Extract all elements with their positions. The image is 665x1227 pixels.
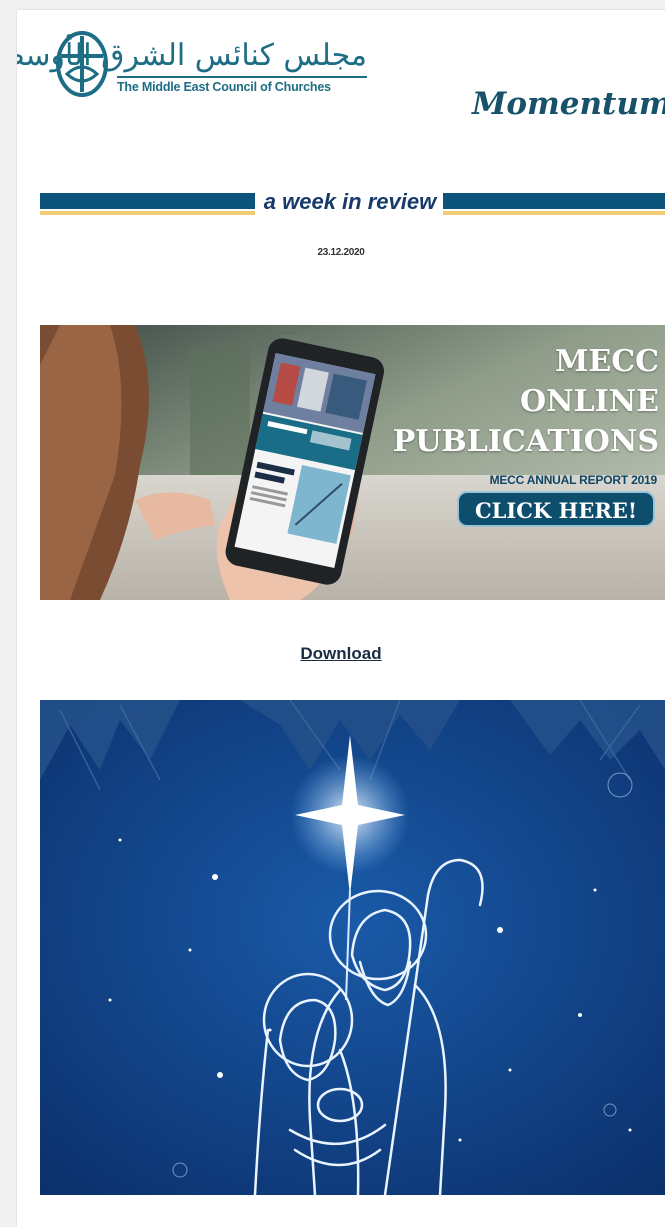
banner-line-mecc: MECC	[555, 344, 659, 379]
logo-divider	[117, 76, 367, 78]
band-gold-right	[443, 211, 665, 215]
banner-subtitle: MECC ANNUAL REPORT 2019	[489, 473, 658, 487]
band-bar-left	[40, 193, 255, 209]
issue-date: 23.12.2020	[317, 247, 365, 258]
momentum-brand: Momentum	[472, 86, 665, 122]
band-gold-left	[40, 211, 255, 215]
banner-line-online: ONLINE	[520, 384, 659, 419]
week-in-review-banner: a week in review	[40, 189, 665, 220]
mecc-logo[interactable]: مجلس كنائس الشرق الأوسط The Middle East …	[17, 30, 375, 110]
click-here-button[interactable]: CLICK HERE!	[457, 491, 655, 527]
newsletter-card: مجلس كنائس الشرق الأوسط The Middle East …	[17, 10, 665, 1227]
download-link[interactable]: Download	[17, 644, 665, 664]
banner-line-publications: PUBLICATIONS	[392, 424, 659, 459]
week-in-review-title: a week in review	[263, 189, 437, 214]
org-name-english: The Middle East Council of Churches	[117, 80, 331, 94]
holy-family-illustration	[40, 700, 665, 1195]
nativity-christmas-image	[40, 700, 665, 1195]
online-publications-banner[interactable]: MECC ONLINE PUBLICATIONS MECC ANNUAL REP…	[40, 325, 665, 600]
org-name-arabic: مجلس كنائس الشرق الأوسط	[17, 38, 368, 73]
band-bar-right	[443, 193, 665, 209]
